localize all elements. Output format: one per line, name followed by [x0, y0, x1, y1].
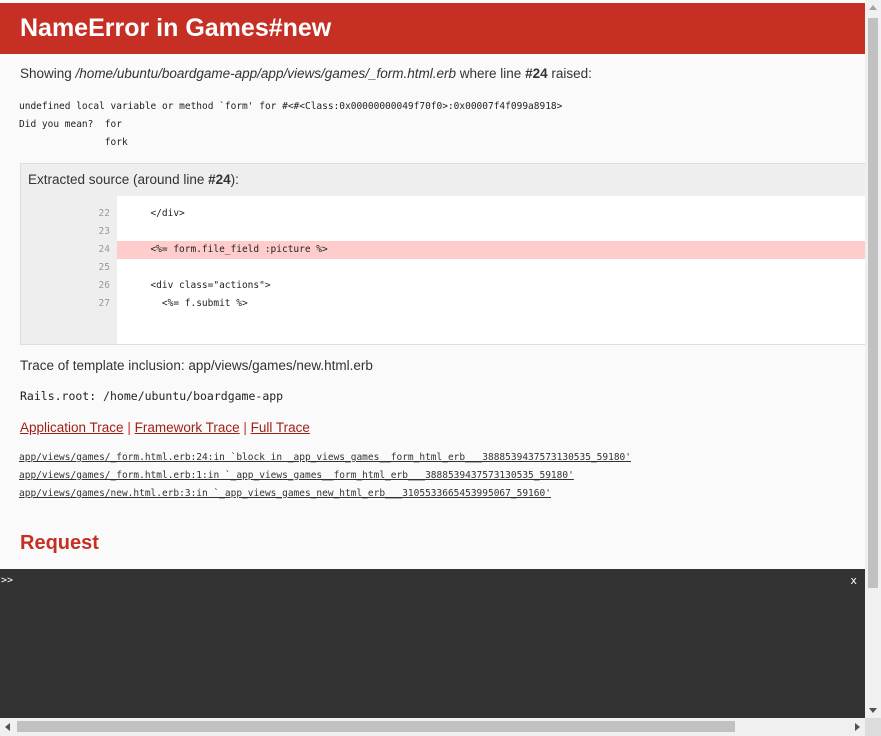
source-line: 23: [21, 223, 865, 241]
showing-line-number: #24: [525, 66, 548, 81]
source-line: 22 </div>: [21, 205, 865, 223]
trace-separator: |: [123, 420, 135, 435]
source-line-number: 24: [98, 244, 110, 255]
showing-prefix: Showing: [20, 66, 76, 81]
source-line: 27 <%= f.submit %>: [21, 295, 865, 313]
scroll-up-arrow-icon[interactable]: [869, 5, 877, 10]
showing-line: Showing /home/ubuntu/boardgame-app/app/v…: [20, 66, 592, 81]
extracted-source-title: Extracted source (around line #24):: [21, 164, 865, 196]
console-prompt[interactable]: >>: [1, 575, 13, 586]
source-line-number: 26: [98, 280, 110, 291]
source-title-prefix: Extracted source (around line: [28, 172, 209, 187]
source-line: 26 <div class="actions">: [21, 277, 865, 295]
source-line-code: </div>: [139, 208, 185, 219]
error-message: undefined local variable or method `form…: [19, 101, 563, 148]
web-console[interactable]: >> x: [0, 569, 865, 718]
source-line: 25: [21, 259, 865, 277]
browser-viewport: NameError in Games#new Showing /home/ubu…: [0, 0, 865, 718]
trace-tabs: Application Trace | Framework Trace | Fu…: [20, 420, 310, 435]
template-inclusion-trace: Trace of template inclusion: app/views/g…: [20, 358, 373, 373]
trace-line[interactable]: app/views/games/new.html.erb:3:in `_app_…: [19, 485, 631, 503]
source-line-number: 27: [98, 298, 110, 309]
source-line-number: 25: [98, 262, 110, 273]
source-title-suffix: ):: [230, 172, 239, 187]
horizontal-scroll-thumb[interactable]: [17, 721, 735, 732]
rails-root: Rails.root: /home/ubuntu/boardgame-app: [20, 389, 284, 403]
source-line-code: <%= form.file_field :picture %>: [117, 241, 865, 259]
trace-line[interactable]: app/views/games/_form.html.erb:24:in `bl…: [19, 449, 631, 467]
source-title-line: #24: [208, 172, 231, 187]
extracted-source: Extracted source (around line #24): 22 <…: [20, 163, 865, 345]
vertical-scroll-thumb[interactable]: [868, 18, 878, 588]
trace-line[interactable]: app/views/games/_form.html.erb:1:in `_ap…: [19, 467, 631, 485]
source-code-area: 22 </div> 23 24 <%= form.file_field :pic…: [21, 196, 865, 344]
trace-list: app/views/games/_form.html.erb:24:in `bl…: [19, 449, 631, 503]
framework-trace-link[interactable]: Framework Trace: [135, 420, 240, 435]
source-line-code: <%= f.submit %>: [139, 298, 248, 309]
request-heading: Request: [20, 532, 99, 554]
page-title: NameError in Games#new: [20, 14, 332, 42]
source-line-number: 23: [98, 226, 110, 237]
console-close-button[interactable]: x: [850, 574, 857, 587]
source-line-code: <div class="actions">: [139, 280, 271, 291]
full-trace-link[interactable]: Full Trace: [251, 420, 310, 435]
scroll-down-arrow-icon[interactable]: [869, 708, 877, 713]
showing-middle: where line: [456, 66, 526, 81]
error-header: NameError in Games#new: [0, 3, 865, 54]
application-trace-link[interactable]: Application Trace: [20, 420, 124, 435]
vertical-scrollbar[interactable]: [865, 0, 881, 718]
scroll-left-arrow-icon[interactable]: [5, 723, 10, 731]
source-line-highlighted: 24 <%= form.file_field :picture %>: [21, 241, 865, 259]
scroll-right-arrow-icon[interactable]: [855, 723, 860, 731]
source-line-number: 22: [98, 208, 110, 219]
scrollbar-corner: [865, 718, 881, 736]
horizontal-scrollbar[interactable]: [0, 718, 865, 736]
showing-path: /home/ubuntu/boardgame-app/app/views/gam…: [75, 66, 457, 81]
showing-suffix: raised:: [547, 66, 592, 81]
trace-separator: |: [239, 420, 251, 435]
